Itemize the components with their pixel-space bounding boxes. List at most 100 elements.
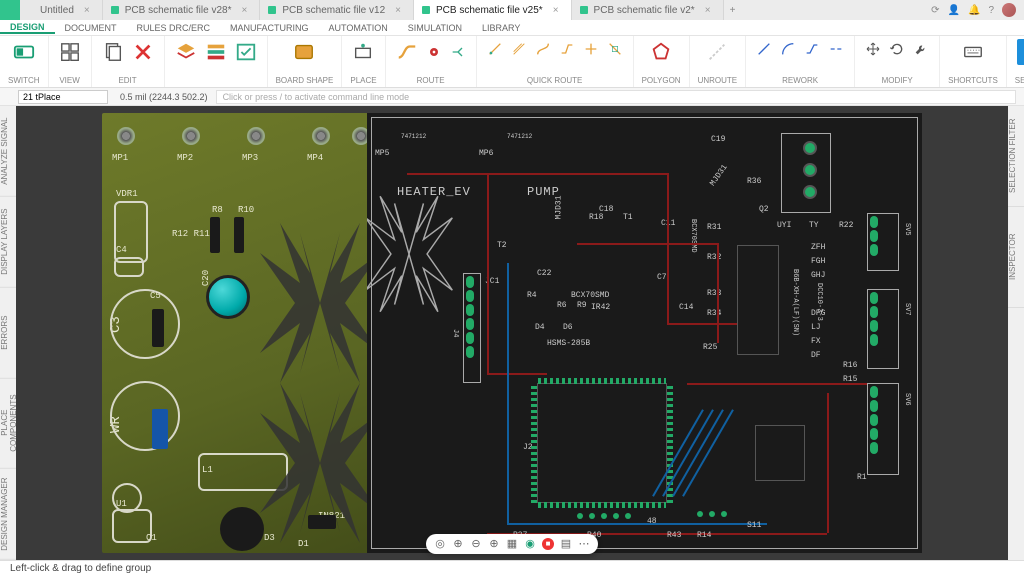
- ribbon-menu: DESIGN DOCUMENT RULES DRC/ERC MANUFACTUR…: [0, 20, 1024, 36]
- menu-automation[interactable]: AUTOMATION: [319, 23, 398, 33]
- pcb-2d-view: MP5 MP6 7471212 7471212 HEATER_EV PUMP M…: [367, 113, 922, 553]
- heatsink-3d: [250, 213, 382, 393]
- doc-tab-1[interactable]: PCB schematic file v28* ×: [103, 0, 261, 20]
- drc-icon[interactable]: [233, 39, 259, 65]
- rotate-icon[interactable]: [887, 39, 907, 59]
- quickroute-icon[interactable]: [509, 39, 529, 59]
- stop-icon[interactable]: ■: [542, 538, 554, 550]
- layers-icon[interactable]: [173, 39, 199, 65]
- stackup-icon[interactable]: [203, 39, 229, 65]
- 3d-toggle-icon[interactable]: ◉: [524, 538, 536, 550]
- file-icon: [580, 6, 588, 14]
- close-icon[interactable]: ×: [553, 5, 559, 16]
- command-line-input[interactable]: Click or press / to activate command lin…: [216, 90, 1016, 104]
- branch-icon[interactable]: [448, 42, 468, 62]
- via-icon[interactable]: [424, 42, 444, 62]
- sidetab-filter[interactable]: SELECTION FILTER: [1008, 106, 1024, 207]
- ribbon-group-edit: EDIT: [92, 36, 165, 87]
- quickroute-icon[interactable]: [557, 39, 577, 59]
- pcb-3d-view: MP1 MP2 MP3 MP4 VDR1 R8 R10 R12 R11 C4 C…: [102, 113, 382, 553]
- pcb-board: MP1 MP2 MP3 MP4 VDR1 R8 R10 R12 R11 C4 C…: [102, 113, 922, 553]
- user-icon[interactable]: 👤: [948, 5, 960, 16]
- sidetab-inspector[interactable]: INSPECTOR: [1008, 207, 1024, 308]
- view-toolbar: ◎ ⊕ ⊖ ⊕ ▦ ◉ ■ ▤ ⋯: [426, 534, 598, 554]
- delete-icon[interactable]: [130, 39, 156, 65]
- help-icon[interactable]: ?: [988, 5, 994, 16]
- doc-tab-4[interactable]: PCB schematic file v2* ×: [572, 0, 724, 20]
- menu-rules[interactable]: RULES DRC/ERC: [127, 23, 221, 33]
- quickroute-icon[interactable]: [581, 39, 601, 59]
- menu-simulation[interactable]: SIMULATION: [398, 23, 472, 33]
- quickroute-icon[interactable]: [605, 39, 625, 59]
- ribbon-group-shortcuts: SHORTCUTS: [940, 36, 1007, 87]
- switch-icon[interactable]: [11, 39, 37, 65]
- ribbon-group-switch: SWITCH: [0, 36, 49, 87]
- ribbon-group-layers: [165, 36, 268, 87]
- close-icon[interactable]: ×: [395, 5, 401, 16]
- menu-library[interactable]: LIBRARY: [472, 23, 530, 33]
- sidetab-place[interactable]: PLACE COMPONENTS: [0, 378, 16, 469]
- file-icon: [111, 6, 119, 14]
- visibility-icon[interactable]: ◎: [434, 538, 446, 550]
- keyboard-icon[interactable]: [960, 39, 986, 65]
- doc-tab-0[interactable]: Untitled ×: [32, 0, 103, 20]
- tab-label: PCB schematic file v12: [282, 5, 385, 16]
- sync-icon[interactable]: ⟳: [931, 5, 939, 16]
- wrench-icon[interactable]: [911, 39, 931, 59]
- target-icon[interactable]: ⊕: [452, 538, 464, 550]
- unroute-icon[interactable]: [704, 39, 730, 65]
- ribbon-group-route: ROUTE: [386, 36, 477, 87]
- polygon-icon[interactable]: [648, 39, 674, 65]
- ribbon-group-modify: MODIFY: [855, 36, 940, 87]
- gap-icon[interactable]: [826, 39, 846, 59]
- route-icon[interactable]: [394, 39, 420, 65]
- heatsink-3d: [250, 373, 382, 553]
- sub-toolbar: 0.5 mil (2244.3 502.2) Click or press / …: [0, 88, 1024, 106]
- tab-label: PCB schematic file v28*: [125, 5, 232, 16]
- menu-document[interactable]: DOCUMENT: [55, 23, 127, 33]
- place-icon[interactable]: [350, 39, 376, 65]
- avatar[interactable]: [1002, 3, 1016, 17]
- quickroute-icon[interactable]: [485, 39, 505, 59]
- close-icon[interactable]: ×: [241, 5, 247, 16]
- more-icon[interactable]: ⋯: [578, 538, 590, 550]
- ribbon-group-board: BOARD SHAPE: [268, 36, 343, 87]
- ribbon-group-unroute: UNROUTE: [690, 36, 747, 87]
- close-icon[interactable]: ×: [84, 5, 90, 16]
- select-icon[interactable]: [1017, 39, 1024, 65]
- sidetab-layers[interactable]: DISPLAY LAYERS: [0, 197, 16, 288]
- status-bar: Left-click & drag to define group: [0, 560, 1024, 576]
- app-icon[interactable]: [0, 0, 20, 20]
- tab-label: PCB schematic file v25*: [436, 5, 543, 16]
- right-sidebar: SELECTION FILTER INSPECTOR: [1008, 106, 1024, 560]
- board-shape-icon[interactable]: [291, 39, 317, 65]
- menu-manufacturing[interactable]: MANUFACTURING: [220, 23, 319, 33]
- ribbon-group-view: VIEW: [49, 36, 92, 87]
- notification-icon[interactable]: 🔔: [968, 5, 980, 16]
- pcb-canvas[interactable]: MP1 MP2 MP3 MP4 VDR1 R8 R10 R12 R11 C4 C…: [16, 106, 1008, 560]
- zoom-in-icon[interactable]: ⊕: [488, 538, 500, 550]
- sidetab-manager[interactable]: DESIGN MANAGER: [0, 469, 16, 560]
- copy-icon[interactable]: [100, 39, 126, 65]
- tab-label: PCB schematic file v2*: [594, 5, 695, 16]
- quickroute-icon[interactable]: [533, 39, 553, 59]
- zoom-out-icon[interactable]: ⊖: [470, 538, 482, 550]
- move-icon[interactable]: [863, 39, 883, 59]
- arc-icon[interactable]: [778, 39, 798, 59]
- new-tab-button[interactable]: +: [724, 0, 742, 20]
- ribbon-group-quickroute: QUICK ROUTE: [477, 36, 634, 87]
- layer-select[interactable]: [18, 90, 108, 104]
- ribbon-toolbar: SWITCH VIEW EDIT BOARD SHAPE PLACE RO: [0, 36, 1024, 88]
- line-icon[interactable]: [754, 39, 774, 59]
- close-icon[interactable]: ×: [705, 5, 711, 16]
- menu-design[interactable]: DESIGN: [0, 22, 55, 34]
- doc-tab-2[interactable]: PCB schematic file v12 ×: [260, 0, 414, 20]
- layer-icon[interactable]: ▤: [560, 538, 572, 550]
- tab-label: Untitled: [40, 5, 74, 16]
- sidetab-errors[interactable]: ERRORS: [0, 288, 16, 379]
- trace-icon[interactable]: [802, 39, 822, 59]
- doc-tab-3[interactable]: PCB schematic file v25* ×: [414, 0, 572, 20]
- sidetab-analyze[interactable]: ANALYZE SIGNAL: [0, 106, 16, 197]
- grid-icon[interactable]: [57, 39, 83, 65]
- grid-toggle-icon[interactable]: ▦: [506, 538, 518, 550]
